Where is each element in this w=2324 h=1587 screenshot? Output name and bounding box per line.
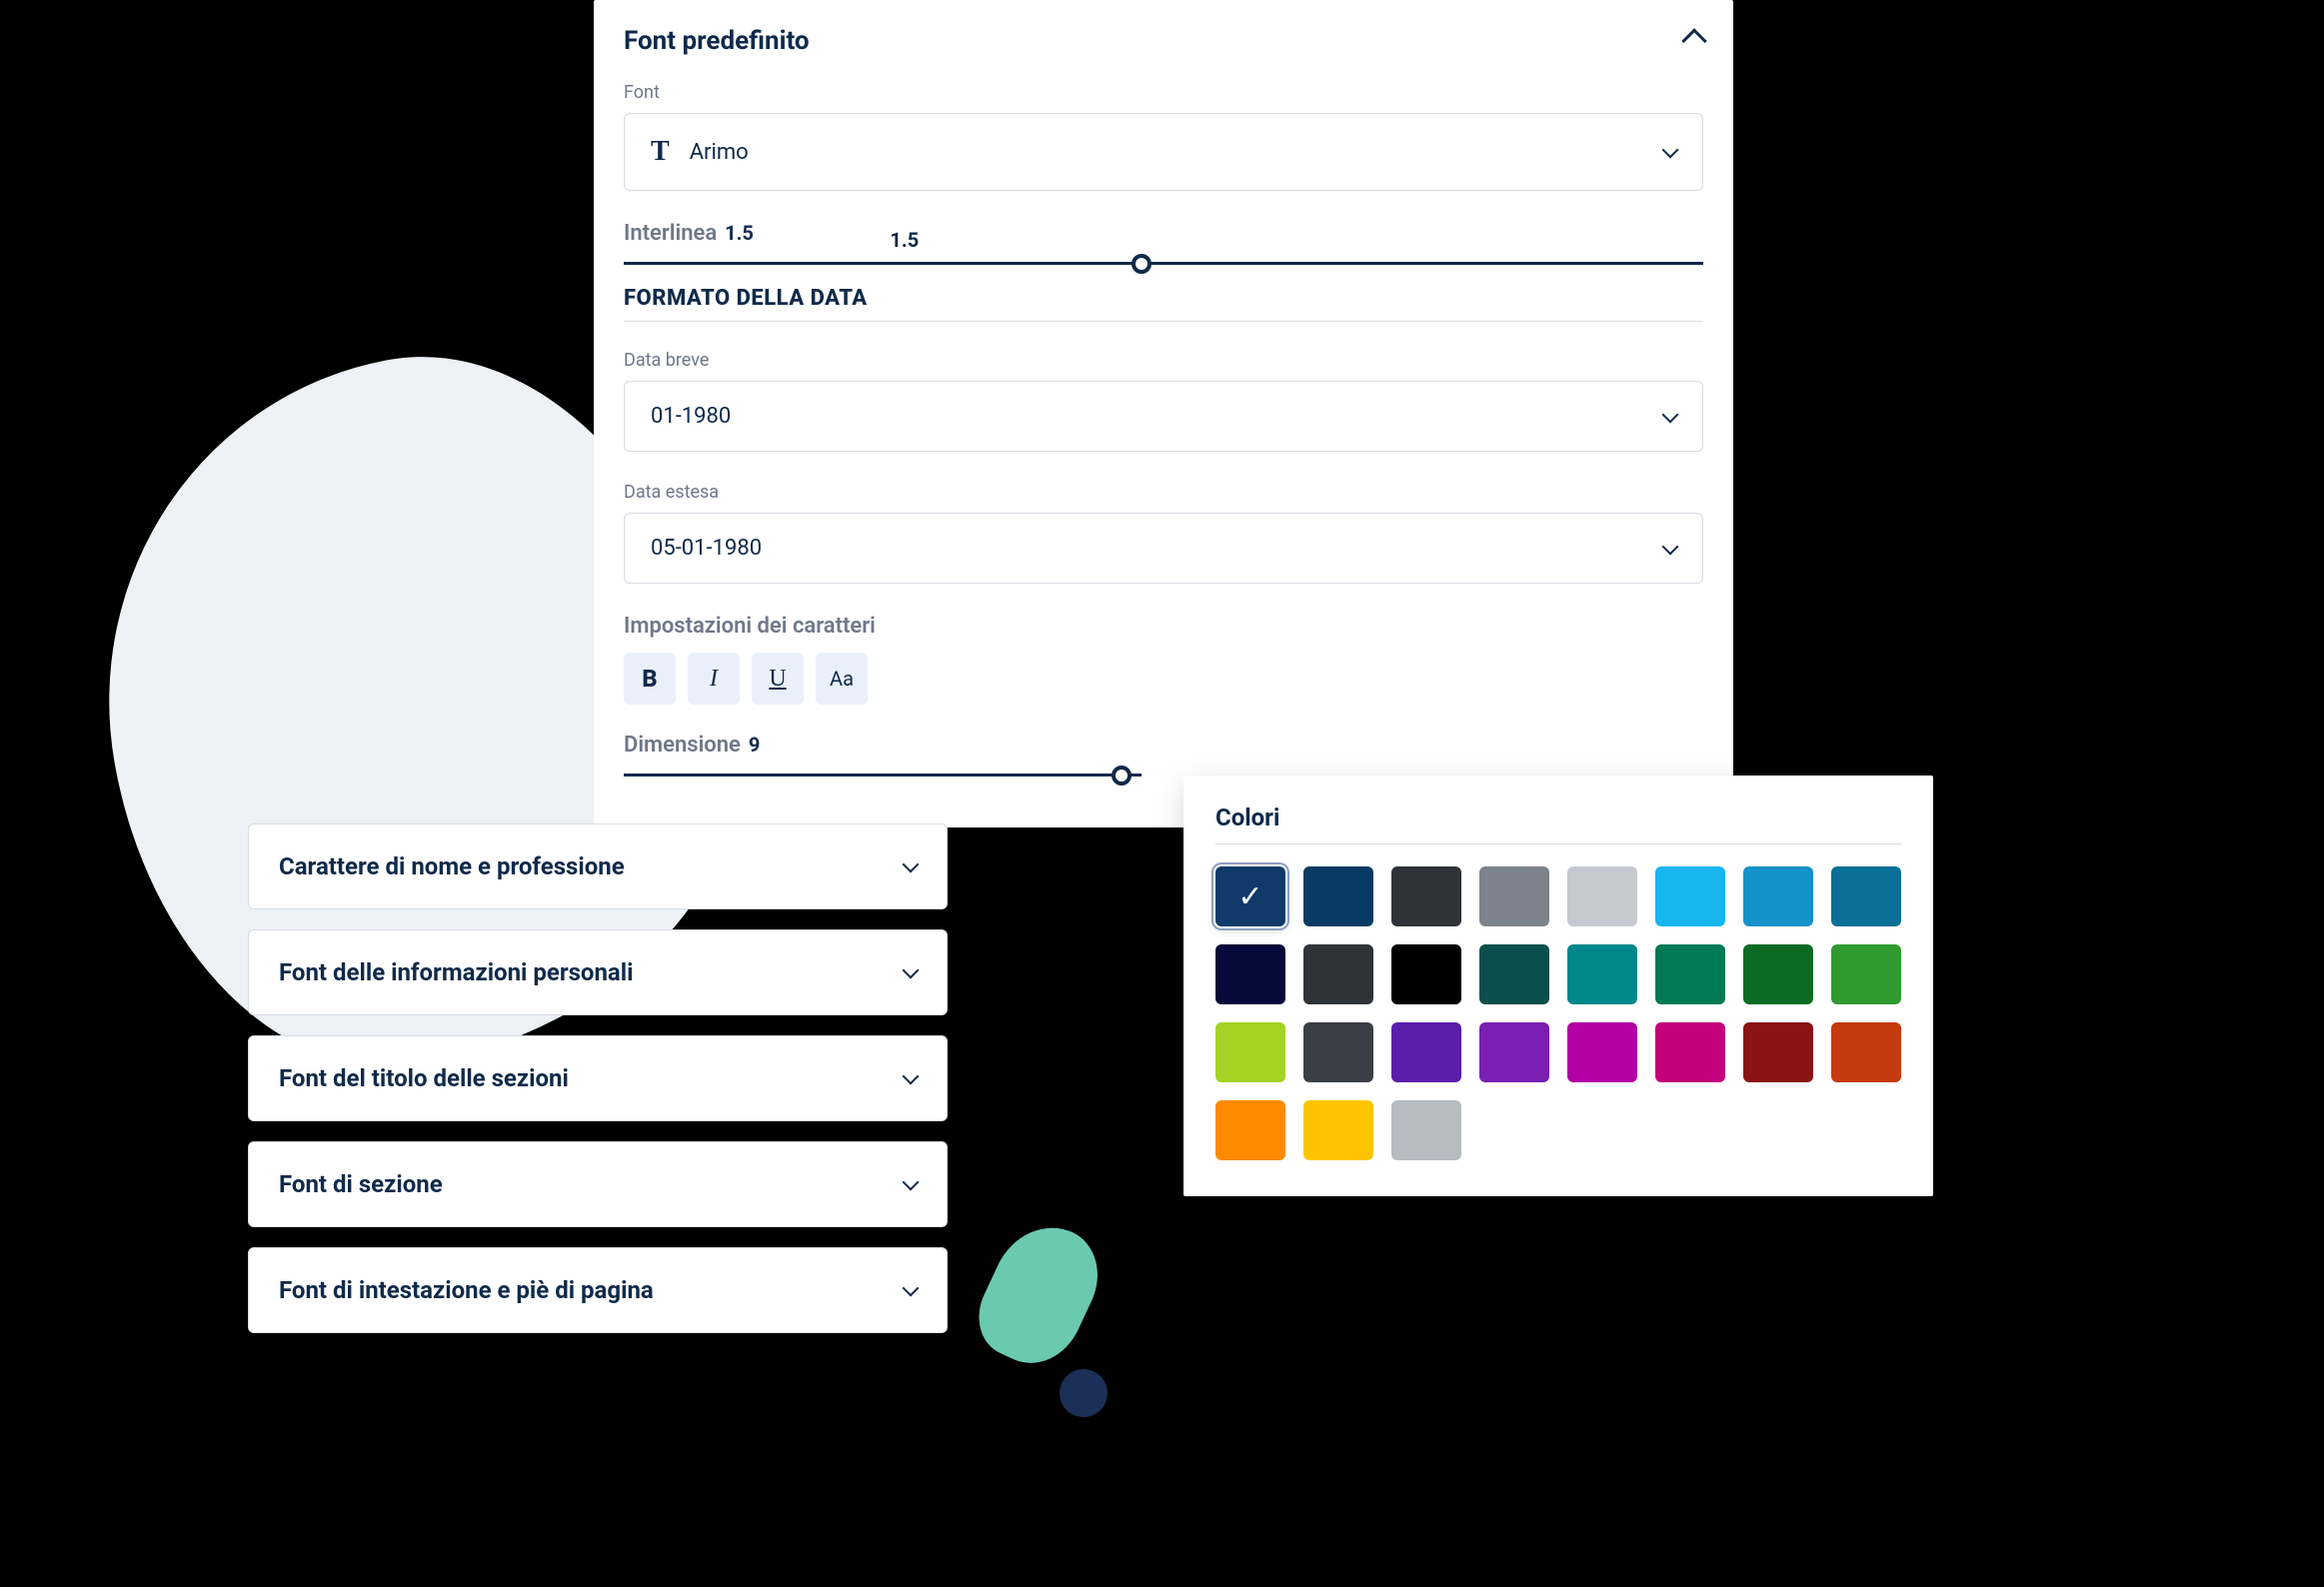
color-swatch[interactable] xyxy=(1391,944,1461,1004)
long-date-select[interactable]: 05-01-1980 xyxy=(624,513,1703,584)
decorative-bean xyxy=(965,1209,1115,1378)
accordion-item[interactable]: Carattere di nome e professione xyxy=(248,823,948,909)
chevron-down-icon xyxy=(1662,406,1679,423)
size-slider[interactable] xyxy=(624,766,1142,786)
accordion-label: Font del titolo delle sezioni xyxy=(279,1064,569,1092)
font-field-label: Font xyxy=(624,82,1703,103)
chevron-down-icon xyxy=(903,856,920,873)
color-swatch[interactable] xyxy=(1479,944,1549,1004)
short-date-select[interactable]: 01-1980 xyxy=(624,381,1703,452)
color-swatch[interactable] xyxy=(1391,1022,1461,1082)
bold-button[interactable]: B xyxy=(624,653,676,705)
color-swatch[interactable] xyxy=(1743,1022,1813,1082)
chevron-down-icon xyxy=(1662,142,1679,159)
font-select[interactable]: T Arimo xyxy=(624,113,1703,191)
interlinea-value: 1.5 xyxy=(725,221,754,245)
color-swatch[interactable] xyxy=(1743,944,1813,1004)
chevron-down-icon xyxy=(903,962,920,979)
underline-button[interactable]: U xyxy=(752,653,804,705)
interlinea-slider[interactable]: 1.5 xyxy=(624,254,1703,274)
color-swatch[interactable] xyxy=(1567,944,1637,1004)
accordion-item[interactable]: Font di sezione xyxy=(248,1141,948,1227)
accordion-label: Font di sezione xyxy=(279,1170,443,1198)
color-swatch[interactable] xyxy=(1655,944,1725,1004)
slider-track xyxy=(624,774,1142,777)
long-date-label: Data estesa xyxy=(624,482,1703,503)
accordion-label: Font di intestazione e piè di pagina xyxy=(279,1276,654,1304)
interlinea-label: Interlinea xyxy=(624,221,717,246)
size-value: 9 xyxy=(749,733,760,757)
colors-title: Colori xyxy=(1215,803,1901,844)
color-swatch[interactable] xyxy=(1215,1022,1285,1082)
long-date-value: 05-01-1980 xyxy=(651,536,762,561)
color-swatch[interactable] xyxy=(1215,1100,1285,1160)
slider-thumb[interactable] xyxy=(1112,766,1132,786)
accordion-item[interactable]: Font di intestazione e piè di pagina xyxy=(248,1247,948,1333)
color-swatch[interactable] xyxy=(1391,1100,1461,1160)
color-swatch[interactable] xyxy=(1303,944,1373,1004)
color-swatch[interactable] xyxy=(1567,1022,1637,1082)
color-swatch[interactable] xyxy=(1303,866,1373,926)
chevron-down-icon xyxy=(903,1068,920,1085)
chevron-down-icon xyxy=(903,1280,920,1297)
color-swatch[interactable] xyxy=(1303,1022,1373,1082)
date-format-heading: FORMATO DELLA DATA xyxy=(624,286,1703,322)
accordion-item[interactable]: Font delle informazioni personali xyxy=(248,929,948,1015)
accordion-label: Carattere di nome e professione xyxy=(279,852,625,880)
decorative-dot xyxy=(1060,1369,1108,1417)
font-settings-panel: Font predefinito Font T Arimo Interlinea… xyxy=(594,0,1733,827)
color-swatch[interactable] xyxy=(1655,1022,1725,1082)
chevron-down-icon xyxy=(1662,538,1679,555)
accordion-list: Carattere di nome e professione Font dell… xyxy=(248,823,948,1333)
color-swatch[interactable] xyxy=(1391,866,1461,926)
color-swatch[interactable] xyxy=(1831,944,1901,1004)
color-swatch[interactable] xyxy=(1215,944,1285,1004)
font-type-icon: T xyxy=(651,136,670,168)
short-date-value: 01-1980 xyxy=(651,404,731,429)
format-buttons-row: B I U Aa xyxy=(624,653,1703,705)
accordion-item[interactable]: Font del titolo delle sezioni xyxy=(248,1035,948,1121)
case-button[interactable]: Aa xyxy=(816,653,868,705)
color-swatch[interactable] xyxy=(1303,1100,1373,1160)
slider-track xyxy=(624,262,1703,265)
font-select-value: Arimo xyxy=(690,140,749,165)
interlinea-tick: 1.5 xyxy=(890,228,919,252)
panel-title: Font predefinito xyxy=(624,26,810,56)
chevron-up-icon xyxy=(1681,28,1706,53)
italic-button[interactable]: I xyxy=(688,653,740,705)
color-swatch[interactable] xyxy=(1743,866,1813,926)
char-settings-label: Impostazioni dei caratteri xyxy=(624,614,1703,639)
color-swatch[interactable] xyxy=(1479,1022,1549,1082)
chevron-down-icon xyxy=(903,1174,920,1191)
color-swatch[interactable] xyxy=(1831,866,1901,926)
colors-panel: Colori ✓ xyxy=(1183,776,1933,1196)
size-label: Dimensione xyxy=(624,733,741,758)
color-swatch-grid: ✓ xyxy=(1215,866,1901,1160)
accordion-label: Font delle informazioni personali xyxy=(279,958,633,986)
color-swatch[interactable]: ✓ xyxy=(1215,866,1285,926)
color-swatch[interactable] xyxy=(1655,866,1725,926)
slider-thumb[interactable] xyxy=(1132,254,1152,274)
check-icon: ✓ xyxy=(1215,866,1285,926)
color-swatch[interactable] xyxy=(1831,1022,1901,1082)
panel-header[interactable]: Font predefinito xyxy=(624,26,1703,56)
color-swatch[interactable] xyxy=(1567,866,1637,926)
color-swatch[interactable] xyxy=(1479,866,1549,926)
short-date-label: Data breve xyxy=(624,350,1703,371)
